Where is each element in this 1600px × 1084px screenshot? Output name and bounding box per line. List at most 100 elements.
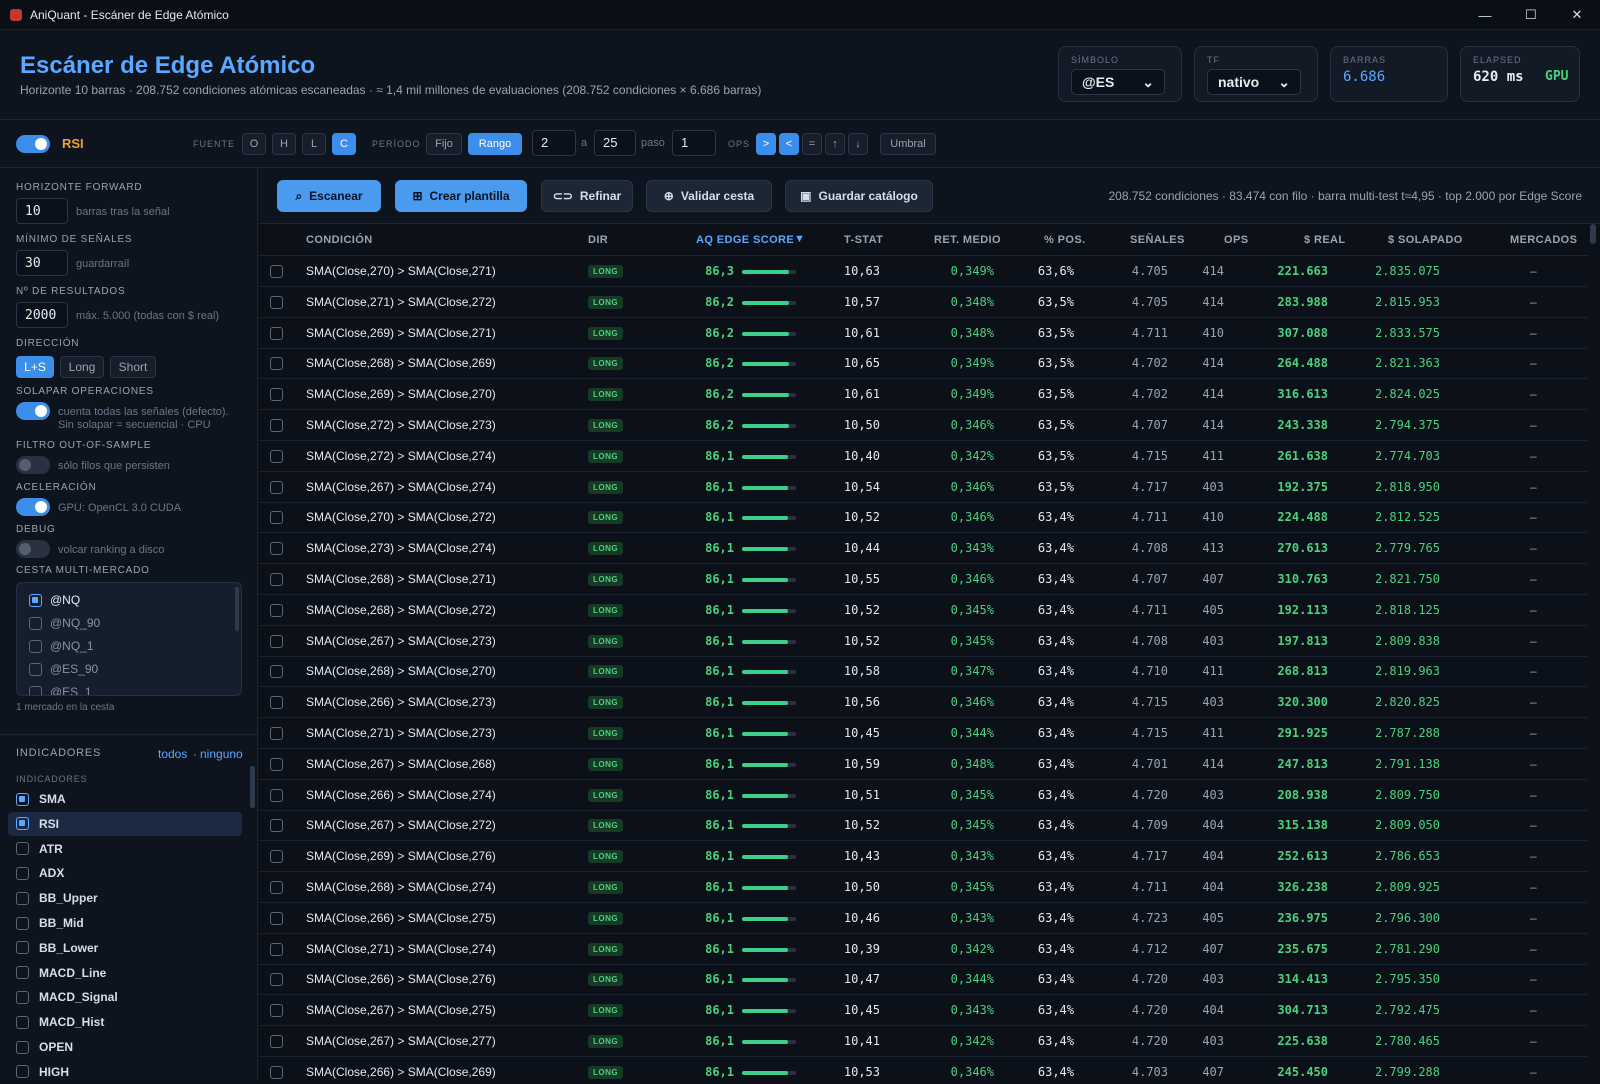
results-input[interactable]: 2000 — [16, 302, 68, 328]
row-checkbox[interactable] — [270, 295, 283, 309]
save-catalog-button[interactable]: ▣ Guardar catálogo — [785, 180, 933, 212]
row-checkbox[interactable] — [270, 265, 283, 278]
basket-list[interactable]: @NQ @NQ_90 @NQ_1 @ES_90 @ES_1 — [16, 582, 242, 696]
row-checkbox[interactable] — [270, 326, 283, 340]
col-tstat[interactable]: T-STAT — [844, 234, 883, 246]
select-none-link[interactable]: ninguno — [200, 747, 243, 761]
indicator-item-high[interactable]: HIGH — [8, 1060, 242, 1084]
col-edge-score[interactable]: AQ EDGE SCORE — [696, 234, 794, 246]
indicator-item-macd-line[interactable]: MACD_Line — [8, 961, 242, 985]
table-row[interactable]: SMA(Close,269) > SMA(Close,271) LONG 86,2 1… — [258, 318, 1588, 349]
table-row[interactable]: SMA(Close,266) > SMA(Close,273) LONG 86,1 1… — [258, 687, 1588, 719]
indicator-item-bb-mid[interactable]: BB_Mid — [8, 911, 242, 935]
col-pos[interactable]: % POS. — [1044, 234, 1086, 246]
direction-ls[interactable]: L+S — [16, 356, 54, 378]
row-checkbox[interactable] — [270, 449, 283, 463]
row-checkbox[interactable] — [270, 819, 283, 833]
table-row[interactable]: SMA(Close,269) > SMA(Close,270) LONG 86,2 1… — [258, 379, 1588, 411]
table-row[interactable]: SMA(Close,267) > SMA(Close,273) LONG 86,1 1… — [258, 626, 1588, 657]
minimize-icon[interactable]: — — [1462, 0, 1508, 30]
direction-short[interactable]: Short — [110, 356, 156, 378]
row-checkbox[interactable] — [270, 357, 283, 371]
validate-basket-button[interactable]: ⊕ Validar cesta — [646, 180, 772, 212]
op-gt[interactable]: > — [756, 133, 776, 155]
row-checkbox[interactable] — [270, 696, 283, 710]
table-row[interactable]: SMA(Close,273) > SMA(Close,274) LONG 86,1 1… — [258, 533, 1588, 565]
table-row[interactable]: SMA(Close,270) > SMA(Close,272) LONG 86,1 1… — [258, 502, 1588, 534]
indicator-toggle[interactable] — [16, 135, 50, 153]
table-row[interactable]: SMA(Close,268) > SMA(Close,272) LONG 86,1 1… — [258, 595, 1588, 626]
row-checkbox[interactable] — [270, 1035, 283, 1048]
table-row[interactable]: SMA(Close,266) > SMA(Close,276) LONG 86,1 1… — [258, 964, 1588, 996]
op-cross-down[interactable]: ↓ — [848, 133, 868, 155]
row-checkbox[interactable] — [270, 973, 283, 987]
table-row[interactable]: SMA(Close,268) > SMA(Close,274) LONG 86,1 1… — [258, 872, 1588, 903]
table-row[interactable]: SMA(Close,267) > SMA(Close,277) LONG 86,1 1… — [258, 1026, 1588, 1057]
op-cross-up[interactable]: ↑ — [825, 133, 845, 155]
row-checkbox[interactable] — [270, 881, 283, 894]
period-range[interactable]: Rango — [468, 133, 522, 155]
indicators-scrollbar[interactable] — [250, 766, 255, 808]
oos-toggle[interactable] — [16, 456, 50, 474]
row-checkbox[interactable] — [270, 788, 283, 802]
table-row[interactable]: SMA(Close,272) > SMA(Close,273) LONG 86,2 1… — [258, 410, 1588, 441]
row-checkbox[interactable] — [270, 573, 283, 586]
horizon-input[interactable]: 10 — [16, 198, 68, 224]
indicator-item-adx[interactable]: ADX — [8, 861, 242, 885]
indicator-item-bb-lower[interactable]: BB_Lower — [8, 936, 242, 960]
basket-item-es90[interactable]: @ES_90 — [29, 659, 98, 679]
table-scrollbar[interactable] — [1590, 224, 1596, 1080]
refine-button[interactable]: ⊂⊃ Refinar — [541, 180, 633, 212]
row-checkbox[interactable] — [270, 942, 283, 956]
basket-item-nq90[interactable]: @NQ_90 — [29, 613, 100, 633]
source-c[interactable]: C — [332, 133, 356, 155]
indicator-item-open[interactable]: OPEN — [8, 1035, 242, 1059]
source-o[interactable]: O — [242, 133, 266, 155]
min-signals-input[interactable]: 30 — [16, 250, 68, 276]
row-checkbox[interactable] — [270, 603, 283, 617]
symbol-select[interactable]: @ES ⌄ — [1071, 69, 1165, 95]
col-markets[interactable]: MERCADOS — [1510, 234, 1577, 246]
row-checkbox[interactable] — [270, 1004, 283, 1018]
row-checkbox[interactable] — [270, 480, 283, 494]
indicator-item-rsi[interactable]: RSI — [8, 811, 242, 836]
source-l[interactable]: L — [302, 133, 326, 155]
row-checkbox[interactable] — [270, 850, 283, 864]
col-real[interactable]: $ REAL — [1304, 234, 1346, 246]
table-row[interactable]: SMA(Close,267) > SMA(Close,272) LONG 86,1 1… — [258, 810, 1588, 842]
create-template-button[interactable]: ⊞ Crear plantilla — [395, 180, 527, 212]
indicator-item-macd-hist[interactable]: MACD_Hist — [8, 1010, 242, 1034]
scrollbar-thumb[interactable] — [1590, 224, 1596, 244]
table-row[interactable]: SMA(Close,271) > SMA(Close,273) LONG 86,1 1… — [258, 718, 1588, 749]
op-eq[interactable]: = — [802, 133, 822, 155]
table-row[interactable]: SMA(Close,267) > SMA(Close,274) LONG 86,1 1… — [258, 472, 1588, 503]
col-signals[interactable]: SEÑALES — [1130, 234, 1185, 246]
col-overlap[interactable]: $ SOLAPADO — [1388, 234, 1463, 246]
table-row[interactable]: SMA(Close,266) > SMA(Close,274) LONG 86,1 1… — [258, 780, 1588, 811]
op-lt[interactable]: < — [779, 133, 799, 155]
indicator-item-sma[interactable]: SMA — [8, 787, 242, 811]
threshold-button[interactable]: Umbral — [880, 133, 936, 155]
period-fixed[interactable]: Fijo — [426, 133, 462, 155]
col-ops[interactable]: OPS — [1224, 234, 1248, 246]
table-row[interactable]: SMA(Close,266) > SMA(Close,269) LONG 86,1 1… — [258, 1057, 1588, 1080]
step-input[interactable]: 1 — [672, 130, 716, 156]
table-row[interactable]: SMA(Close,270) > SMA(Close,271) LONG 86,3 1… — [258, 256, 1588, 287]
direction-long[interactable]: Long — [60, 356, 104, 378]
col-ret[interactable]: RET. MEDIO — [934, 234, 1001, 246]
row-checkbox[interactable] — [270, 727, 283, 740]
col-condition[interactable]: CONDICIÓN — [306, 234, 373, 246]
basket-item-nq[interactable]: @NQ — [29, 590, 80, 610]
row-checkbox[interactable] — [270, 511, 283, 525]
indicator-item-atr[interactable]: ATR — [8, 837, 242, 861]
table-row[interactable]: SMA(Close,271) > SMA(Close,272) LONG 86,2 1… — [258, 287, 1588, 318]
table-row[interactable]: SMA(Close,269) > SMA(Close,276) LONG 86,1 1… — [258, 841, 1588, 873]
close-icon[interactable]: ✕ — [1554, 0, 1600, 30]
tf-select[interactable]: nativo ⌄ — [1207, 69, 1301, 95]
select-all-link[interactable]: todos — [158, 747, 187, 761]
row-checkbox[interactable] — [270, 1065, 283, 1079]
acceleration-toggle[interactable] — [16, 498, 50, 516]
indicator-item-macd-signal[interactable]: MACD_Signal — [8, 985, 242, 1009]
table-row[interactable]: SMA(Close,267) > SMA(Close,268) LONG 86,1 1… — [258, 749, 1588, 780]
basket-item-nq1[interactable]: @NQ_1 — [29, 636, 94, 656]
